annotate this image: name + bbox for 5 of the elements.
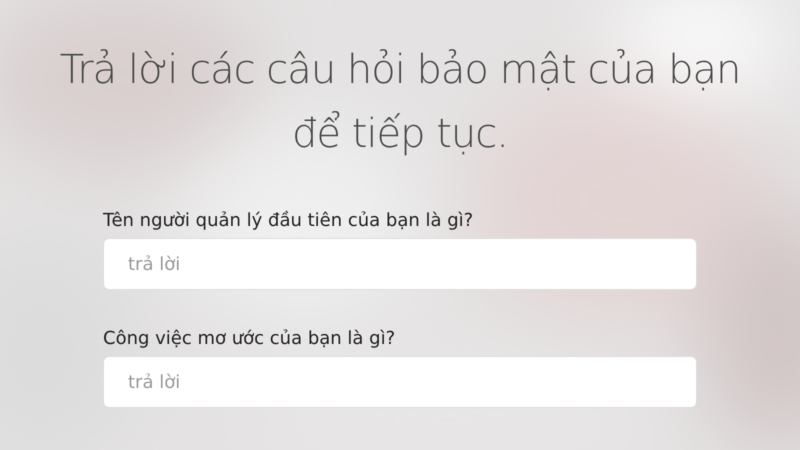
answer-field[interactable]: trả lời <box>103 238 697 290</box>
question-label: Công việc mơ ước của bạn là gì? <box>103 327 396 351</box>
answer-field[interactable]: trả lời <box>103 356 697 408</box>
heading: Trả lời các câu hỏi bảo mật của bạn để tiếp tục. <box>58 46 742 159</box>
question-label: Tên người quản lý đầu tiên của bạn là gì? <box>103 209 474 233</box>
